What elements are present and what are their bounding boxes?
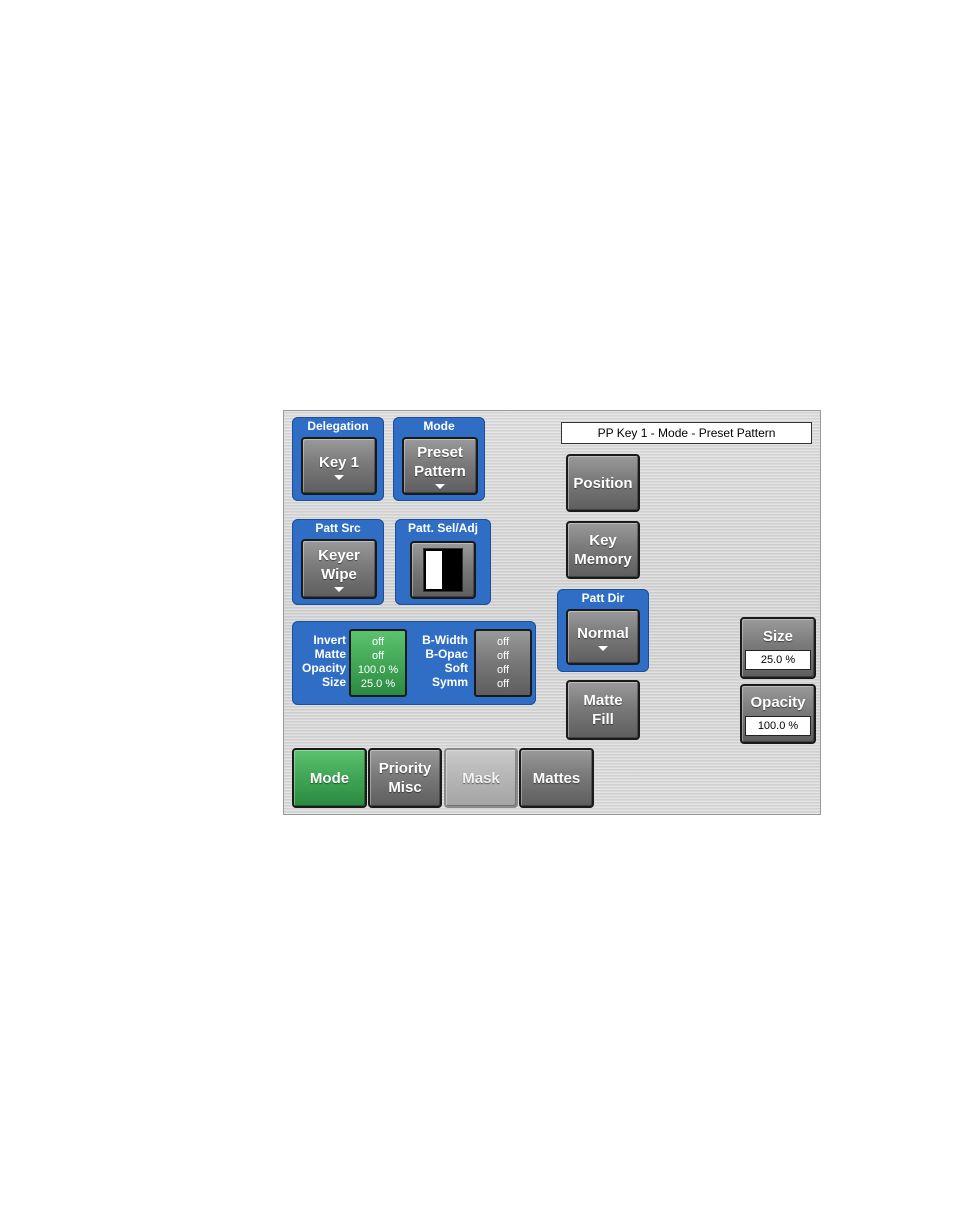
patt-dir-button[interactable]: Normal (566, 609, 640, 665)
param-value-invert: off (371, 636, 385, 648)
mode-line2: Pattern (414, 463, 466, 480)
mode-line1: Preset (417, 444, 463, 461)
param-value-size: 25.0 % (360, 678, 396, 690)
patt-src-line1: Keyer (318, 547, 360, 564)
param-value-symm: off (496, 678, 510, 690)
param-value-b-opac: off (496, 650, 510, 662)
delegation-group: Delegation Key 1 (292, 417, 384, 501)
split-pattern-icon (423, 548, 463, 592)
param-label-symm: Symm (431, 675, 468, 689)
patt-src-group: Patt Src Keyer Wipe (292, 519, 384, 605)
tab-mattes-label: Mattes (532, 769, 581, 787)
patt-src-title: Patt Src (315, 521, 361, 535)
matte-fill-line2: Fill (592, 711, 614, 728)
size-control-button[interactable]: Size 25.0 % (740, 617, 816, 679)
param-value-b-width: off (496, 636, 510, 648)
patt-sel-group: Patt. Sel/Adj (395, 519, 491, 605)
matte-fill-button[interactable]: Matte Fill (566, 680, 640, 740)
mode-title: Mode (423, 419, 455, 433)
opacity-control-button[interactable]: Opacity 100.0 % (740, 684, 816, 744)
preset-pattern-menu-panel: Delegation Key 1 Mode Preset Pattern Pat… (283, 410, 821, 815)
patt-src-line2: Wipe (321, 566, 357, 583)
param-value-opacity: 100.0 % (357, 664, 399, 676)
key-memory-button[interactable]: Key Memory (566, 521, 640, 579)
position-button[interactable]: Position (566, 454, 640, 512)
param-label-invert: Invert (313, 633, 346, 647)
dropdown-arrow-icon (334, 474, 344, 480)
patt-dir-group: Patt Dir Normal (557, 589, 649, 672)
param-value-soft: off (496, 664, 510, 676)
tab-priority-line2: Misc (388, 779, 422, 796)
patt-sel-title: Patt. Sel/Adj (407, 521, 478, 535)
param-value-matte: off (371, 650, 385, 662)
size-label: Size (762, 627, 793, 645)
tab-priority-line1: Priority (378, 760, 432, 777)
tab-priority-misc[interactable]: Priority Misc (368, 748, 442, 808)
opacity-label: Opacity (750, 693, 806, 711)
tab-mask-label: Mask (462, 769, 500, 787)
param-label-b-width: B-Width (422, 633, 468, 647)
param-label-matte: Matte (314, 647, 346, 661)
tab-mode[interactable]: Mode (292, 748, 367, 808)
tab-mask[interactable]: Mask (444, 748, 518, 808)
status-display: PP Key 1 - Mode - Preset Pattern (561, 422, 812, 444)
params-left-button[interactable]: off off 100.0 % 25.0 % (349, 629, 407, 697)
patt-src-button[interactable]: Keyer Wipe (301, 539, 377, 599)
matte-fill-line1: Matte (583, 692, 623, 709)
dropdown-arrow-icon (334, 587, 344, 592)
mode-group: Mode Preset Pattern (393, 417, 485, 501)
param-label-size: Size (321, 675, 346, 689)
position-label: Position (573, 474, 633, 492)
mode-select-button[interactable]: Preset Pattern (402, 437, 478, 495)
param-label-soft: Soft (444, 661, 468, 675)
patt-dir-title: Patt Dir (581, 591, 625, 605)
delegation-title: Delegation (307, 419, 369, 433)
params-right-button[interactable]: off off off off (474, 629, 532, 697)
delegation-label: Key 1 (318, 453, 360, 471)
patt-sel-button[interactable] (410, 541, 476, 599)
pattern-params-group: Invert Matte Opacity Size off off 100.0 … (292, 621, 536, 705)
size-value: 25.0 % (745, 649, 811, 670)
dropdown-arrow-icon (598, 645, 608, 651)
key-memory-line1: Key (589, 532, 617, 549)
tab-mattes[interactable]: Mattes (519, 748, 594, 808)
dropdown-arrow-icon (435, 484, 445, 489)
delegation-button[interactable]: Key 1 (301, 437, 377, 495)
param-label-b-opac: B-Opac (425, 647, 468, 661)
param-label-opacity: Opacity (301, 661, 346, 675)
key-memory-line2: Memory (574, 551, 632, 568)
tab-mode-label: Mode (309, 769, 350, 787)
opacity-value: 100.0 % (745, 715, 811, 736)
patt-dir-label: Normal (577, 624, 629, 642)
